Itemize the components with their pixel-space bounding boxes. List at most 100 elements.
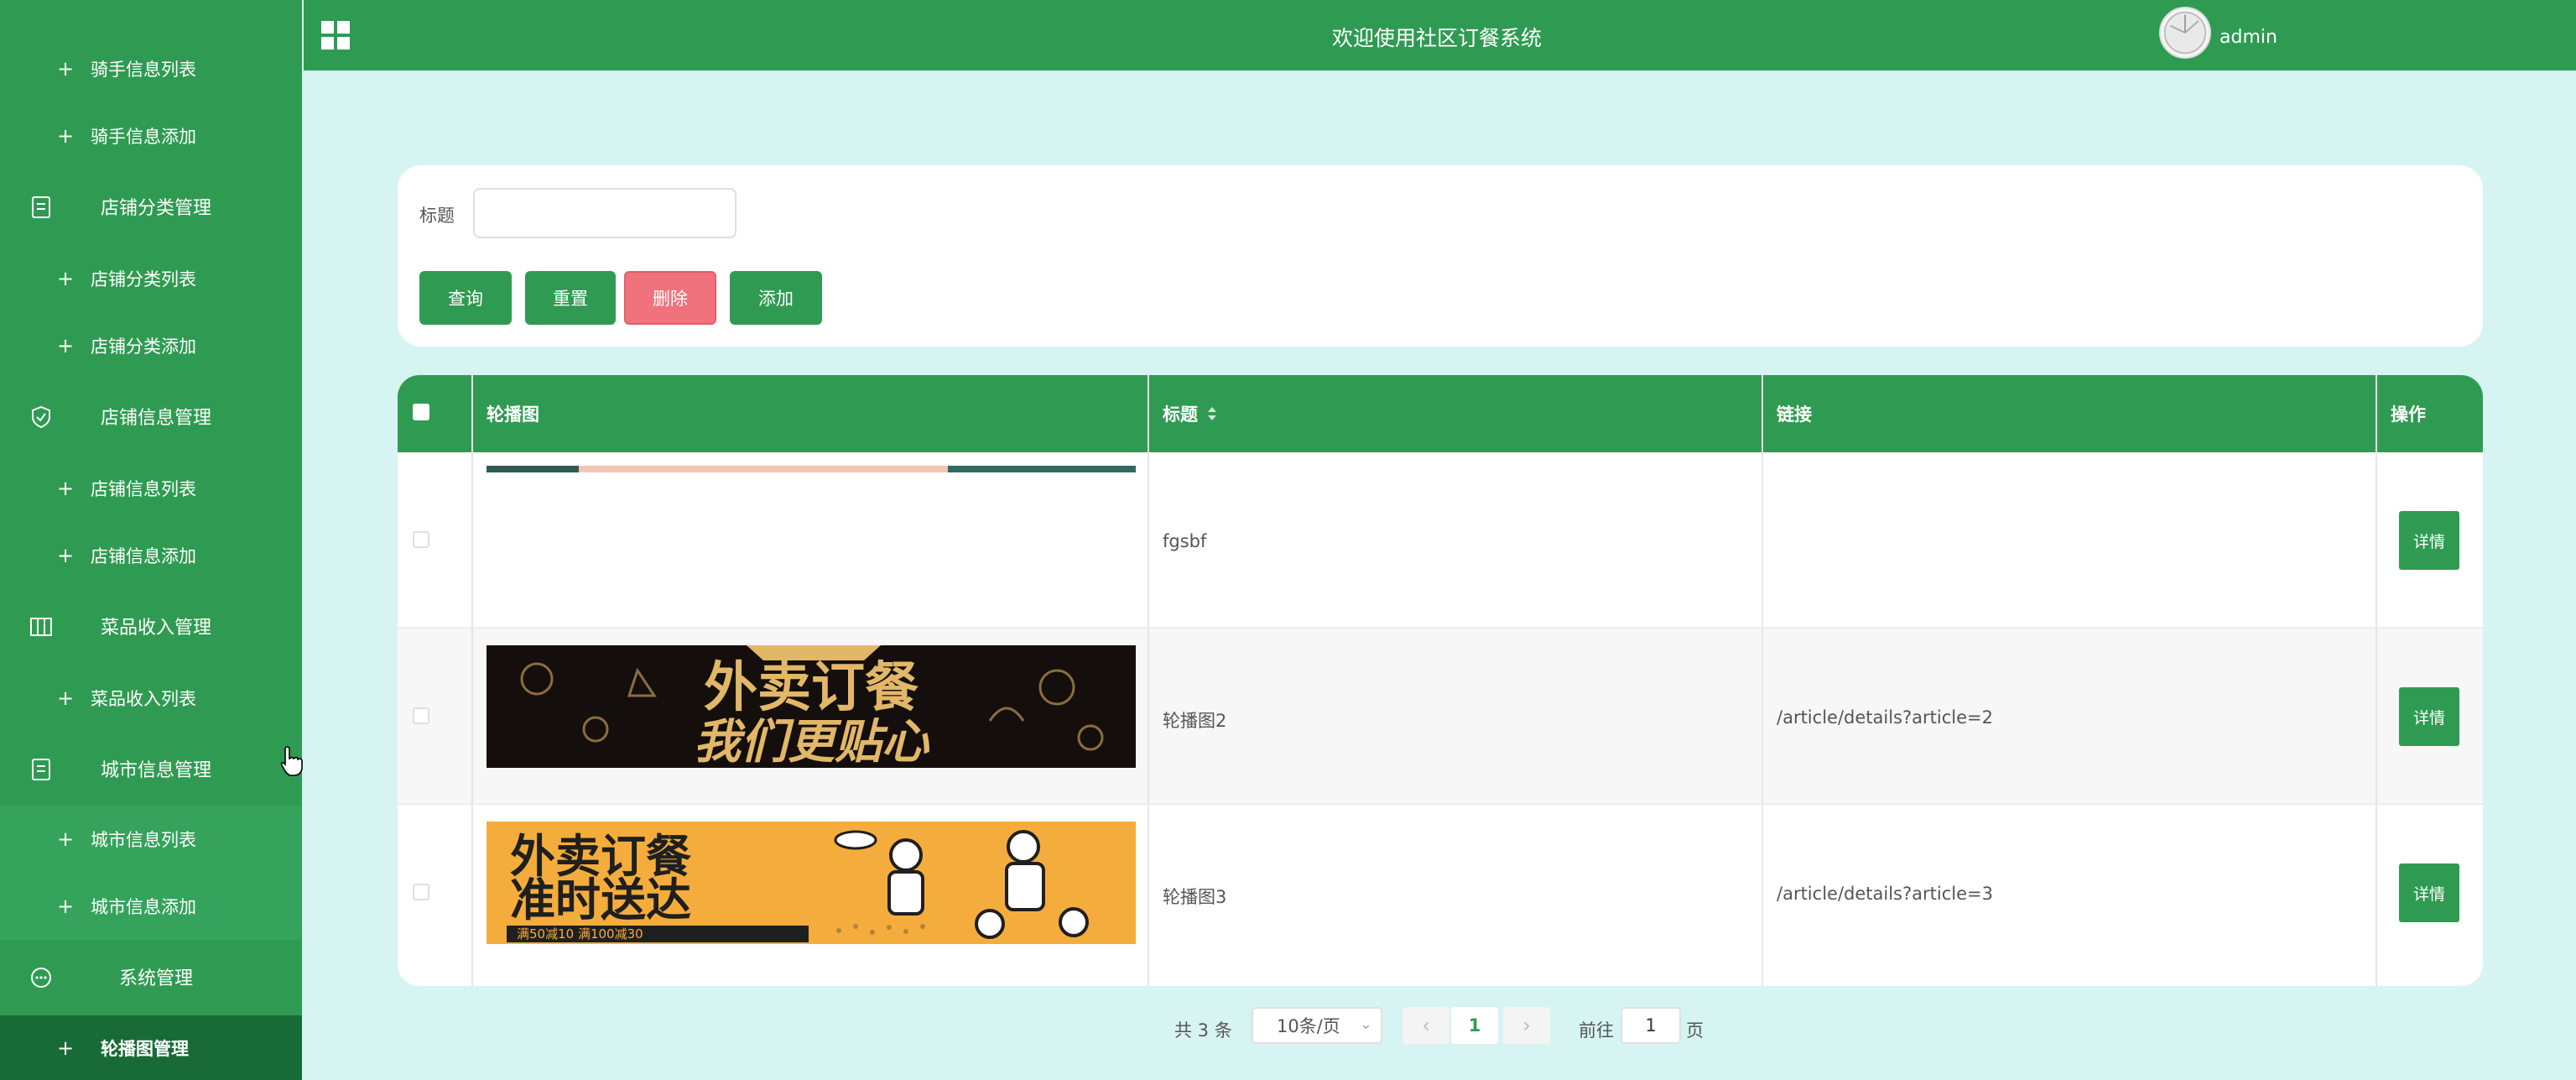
add-button[interactable]: 添加	[730, 271, 822, 325]
chat-icon	[31, 968, 51, 988]
top-header: 欢迎使用社区订餐系统 admin	[304, 0, 2576, 70]
goto-label: 前往	[1579, 1020, 1614, 1041]
page-size-select[interactable]: 10条/页 ⌄	[1252, 1007, 1382, 1044]
banner-image	[487, 466, 1136, 472]
query-button[interactable]: 查询	[419, 271, 512, 325]
sidebar-item-label: 店铺信息列表	[91, 479, 196, 499]
sidebar-group-shop-category[interactable]: 店铺分类管理	[0, 173, 302, 240]
sidebar-item-rider-add[interactable]: + 骑手信息添加	[0, 102, 302, 170]
row-link: /article/details?article=3	[1777, 884, 1993, 904]
sidebar-item-shop-category-list[interactable]: + 店铺分类列表	[0, 245, 302, 312]
document-icon	[32, 759, 50, 780]
sidebar-item-shop-info-add[interactable]: + 店铺信息添加	[0, 522, 302, 589]
plus-icon: +	[57, 895, 75, 918]
sidebar-item-city-info-add[interactable]: + 城市信息添加	[0, 873, 302, 940]
sidebar-group-label: 菜品收入管理	[101, 618, 212, 639]
grid-icon[interactable]	[320, 20, 351, 50]
page-title: 欢迎使用社区订餐系统	[1332, 26, 1543, 50]
sidebar-item-label: 店铺分类列表	[91, 269, 196, 290]
table-header: 轮播图 标题 链接 操作	[398, 375, 2483, 452]
detail-button[interactable]: 详情	[2399, 511, 2459, 570]
plus-icon: +	[57, 827, 75, 851]
sidebar-item-shop-info-list[interactable]: + 店铺信息列表	[0, 455, 302, 522]
page-suffix-label: 页	[1686, 1020, 1704, 1041]
plus-icon: +	[57, 686, 75, 710]
sidebar-group-system[interactable]: 系统管理	[0, 943, 302, 1010]
sidebar-group-label: 店铺分类管理	[101, 198, 212, 219]
next-page-button[interactable]: ›	[1503, 1007, 1550, 1044]
column-header-actions: 操作	[2391, 404, 2426, 425]
chevron-right-icon: ›	[1522, 1014, 1531, 1037]
title-search-input[interactable]	[473, 188, 736, 238]
sidebar: + 骑手信息列表 + 骑手信息添加 店铺分类管理 + 店铺分类列表 + 店铺分类…	[0, 0, 302, 1080]
sidebar-item-label: 骑手信息列表	[91, 60, 196, 80]
sidebar-group-label: 店铺信息管理	[101, 408, 212, 429]
column-divider	[1147, 375, 1149, 986]
table-row: fgsbf 详情	[398, 452, 2483, 629]
table-row: 外卖订餐 我们更贴心 轮播图2 /article/details?article…	[398, 629, 2483, 805]
avatar[interactable]	[2159, 7, 2211, 59]
sidebar-item-label: 菜品收入列表	[91, 689, 196, 709]
table-row: 外卖订餐 准时送达 满50减10 满100减30 轮播图3 /article/d…	[398, 805, 2483, 981]
sidebar-group-city-info[interactable]: 城市信息管理	[0, 735, 302, 802]
column-header-title-label: 标题	[1163, 404, 1198, 425]
sidebar-group-label: 系统管理	[119, 968, 194, 989]
row-checkbox[interactable]	[413, 707, 429, 724]
row-title: 轮播图2	[1163, 711, 1227, 731]
plus-icon: +	[57, 477, 75, 500]
plus-icon: +	[57, 124, 75, 148]
sidebar-item-label: 店铺信息添加	[91, 546, 196, 566]
sidebar-item-label: 店铺分类添加	[91, 337, 196, 357]
detail-button[interactable]: 详情	[2399, 863, 2459, 922]
sidebar-group-dish-income[interactable]: 菜品收入管理	[0, 592, 302, 660]
sidebar-item-city-info-list[interactable]: + 城市信息列表	[0, 806, 302, 873]
banner-image: 外卖订餐 我们更贴心	[487, 645, 1136, 768]
column-header-link: 链接	[1777, 404, 1812, 425]
shield-icon	[32, 405, 50, 429]
chevron-down-icon: ⌄	[1359, 1015, 1372, 1033]
title-filter-label: 标题	[419, 206, 455, 226]
banner-headline: 外卖订餐	[704, 657, 919, 719]
column-header-title[interactable]: 标题	[1163, 375, 1218, 452]
page-number-current[interactable]: 1	[1451, 1007, 1498, 1044]
page-size-value: 10条/页	[1277, 1016, 1340, 1036]
goto-page-input[interactable]: 1	[1621, 1007, 1681, 1044]
plus-icon: +	[57, 267, 75, 290]
column-divider	[471, 375, 473, 986]
sidebar-item-dish-income-list[interactable]: + 菜品收入列表	[0, 665, 302, 732]
select-all-checkbox[interactable]	[413, 404, 429, 420]
reset-button[interactable]: 重置	[525, 271, 616, 325]
banner-slogan: 我们更贴心	[694, 715, 930, 768]
delete-button[interactable]: 删除	[624, 271, 716, 325]
row-checkbox[interactable]	[413, 884, 429, 900]
plus-icon: +	[57, 334, 75, 357]
plus-icon: +	[57, 544, 75, 567]
chevron-left-icon: ‹	[1422, 1014, 1430, 1037]
sidebar-item-label: 城市信息添加	[91, 897, 196, 917]
sidebar-item-rider-list[interactable]: + 骑手信息列表	[0, 35, 302, 102]
document-icon	[32, 196, 50, 218]
sort-icon[interactable]	[1206, 405, 1218, 422]
sidebar-group-label: 城市信息管理	[101, 760, 212, 781]
username[interactable]: admin	[2220, 27, 2277, 48]
banner-promo: 满50减10 满100减30	[517, 926, 643, 942]
search-panel: 标题 查询 重置 删除 添加	[398, 165, 2483, 347]
sidebar-item-shop-category-add[interactable]: + 店铺分类添加	[0, 312, 302, 379]
data-table: 轮播图 标题 链接 操作 fgsbf 详情 外卖订餐 我们更贴心 轮播图2 /a…	[398, 375, 2483, 986]
column-divider	[2376, 375, 2377, 986]
avatar-image	[2163, 11, 2207, 55]
row-title: fgsbf	[1163, 531, 1207, 551]
row-checkbox[interactable]	[413, 531, 429, 548]
sidebar-item-label: 城市信息列表	[91, 830, 196, 850]
prev-page-button[interactable]: ‹	[1402, 1007, 1449, 1044]
row-title: 轮播图3	[1163, 887, 1227, 907]
column-header-banner: 轮播图	[487, 404, 539, 425]
row-link: /article/details?article=2	[1777, 707, 1993, 728]
detail-button[interactable]: 详情	[2399, 687, 2459, 746]
sidebar-group-shop-info[interactable]: 店铺信息管理	[0, 383, 302, 450]
column-divider	[1762, 375, 1763, 986]
banner-image: 外卖订餐 准时送达 满50减10 满100减30	[487, 822, 1136, 944]
hand-cursor-icon	[280, 746, 303, 776]
plus-icon: +	[57, 57, 75, 81]
pagination-total: 共 3 条	[1174, 1020, 1232, 1041]
